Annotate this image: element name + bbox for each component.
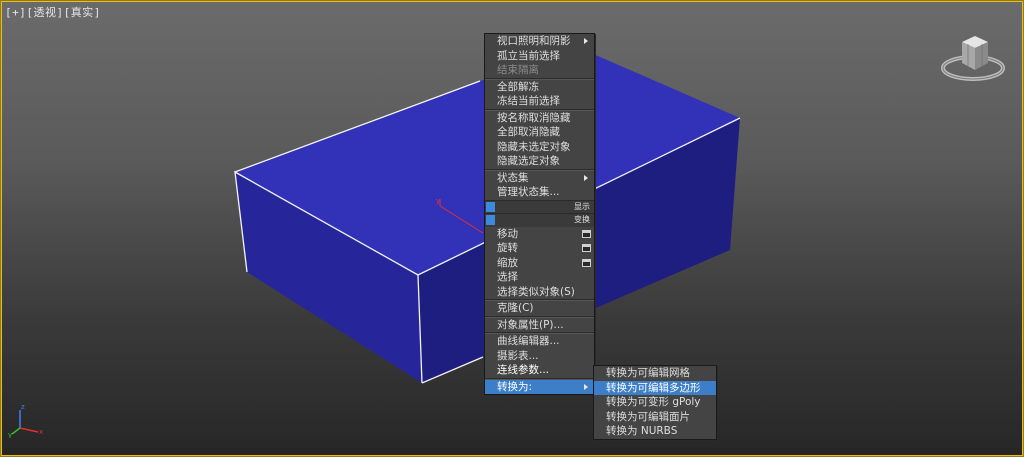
menu-item-20[interactable]: 选择类似对象(S) [485, 285, 594, 300]
menu-item-label: 摄影表... [497, 349, 539, 362]
menu-item-18[interactable]: 缩放 [485, 256, 594, 271]
menu-item-7[interactable]: 按名称取消隐藏 [485, 111, 594, 126]
menu-item-label: 转换为可变形 gPoly [606, 396, 701, 408]
convert-item-0[interactable]: 转换为可编辑网格 [594, 366, 716, 381]
menu-item-label: 状态集 [497, 171, 529, 184]
settings-box-icon[interactable] [582, 258, 591, 267]
convert-item-3[interactable]: 转换为可编辑面片 [594, 410, 716, 425]
menu-item-label: 曲线编辑器... [497, 335, 560, 347]
menu-item-label: 克隆(C) [497, 302, 534, 314]
submenu-arrow-icon [584, 174, 588, 181]
submenu-arrow-icon [584, 38, 588, 44]
menu-item-label: 隐藏选定对象 [497, 155, 560, 167]
settings-box-icon[interactable] [582, 229, 591, 238]
svg-text:y: y [436, 197, 440, 205]
convert-item-4[interactable]: 转换为 NURBS [594, 424, 716, 439]
menu-item-label: 缩放 [497, 256, 518, 269]
convert-to-submenu: 转换为可编辑网格 转换为可编辑多边形 转换为可变形 gPoly 转换为可编辑面片 转换为… [593, 365, 717, 440]
axis-y-label: y [8, 431, 12, 438]
context-menu: 视口照明和阴影 孤立当前选择 结束隔离全部解冻冻结当前选择 按名称取消隐藏 全部取消隐藏… [484, 33, 595, 395]
quad-marker-icon [486, 201, 495, 212]
menu-item-26[interactable]: 曲线编辑器... [485, 334, 594, 349]
perspective-viewport[interactable]: y [+][透视][真实] z x y 视口照明和阴影 孤立当前选择 结束隔离全部解… [0, 0, 1024, 457]
menu-item-5[interactable]: 冻结当前选择 [485, 94, 594, 109]
menu-item-12[interactable]: 状态集 [485, 171, 594, 186]
menu-item-8[interactable]: 全部取消隐藏 [485, 125, 594, 140]
menu-item-2[interactable]: 结束隔离 [485, 63, 594, 78]
menu-item-label: 转换为可编辑网格 [606, 367, 690, 379]
menu-item-16[interactable]: 移动 [485, 227, 594, 242]
viewport-view-label[interactable]: [透视] [26, 6, 63, 19]
menu-item-label: 转换为: [497, 380, 533, 393]
menu-item-27[interactable]: 摄影表... [485, 349, 594, 364]
menu-item-30[interactable]: 转换为: [485, 379, 594, 394]
menu-item-label: 冻结当前选择 [497, 95, 560, 107]
menu-quad-title-14: 显示 [485, 199, 594, 213]
menu-item-label: 隐藏未选定对象 [497, 140, 571, 153]
menu-item-10[interactable]: 隐藏选定对象 [485, 154, 594, 169]
menu-item-17[interactable]: 旋转 [485, 241, 594, 256]
viewcube-icon[interactable] [940, 30, 1006, 85]
menu-item-label: 移动 [497, 227, 518, 240]
menu-item-label: 视口照明和阴影 [497, 35, 571, 47]
menu-item-1[interactable]: 孤立当前选择 [485, 49, 594, 64]
menu-item-13[interactable]: 管理状态集... [485, 185, 594, 200]
menu-item-24[interactable]: 对象属性(P)... [485, 318, 594, 333]
menu-item-label: 管理状态集... [497, 186, 560, 198]
menu-item-label: 旋转 [497, 242, 518, 254]
menu-item-0[interactable]: 视口照明和阴影 [485, 34, 594, 49]
menu-item-22[interactable]: 克隆(C) [485, 301, 594, 316]
menu-item-label: 转换为 NURBS [606, 425, 678, 437]
convert-item-2[interactable]: 转换为可变形 gPoly [594, 395, 716, 410]
menu-quad-title-15: 变换 [485, 213, 594, 227]
quad-marker-icon [486, 215, 495, 225]
menu-item-label: 连线参数... [497, 364, 550, 376]
menu-item-label: 选择类似对象(S) [497, 285, 575, 298]
axis-x-label: x [39, 428, 43, 436]
viewport-shading-label[interactable]: [真实] [64, 6, 101, 19]
viewport-label: [+][透视][真实] [5, 4, 101, 20]
menu-item-label: 选择 [497, 271, 518, 283]
settings-box-icon[interactable] [582, 244, 591, 252]
axis-z-label: z [21, 403, 25, 411]
menu-item-label: 结束隔离 [497, 64, 539, 76]
menu-item-label: 孤立当前选择 [497, 49, 560, 62]
submenu-arrow-icon [584, 383, 588, 390]
quad-title-label: 变换 [574, 215, 590, 224]
menu-item-label: 对象属性(P)... [497, 318, 564, 331]
menu-item-label: 转换为可编辑面片 [606, 410, 690, 423]
viewport-menu-plus[interactable]: [+] [5, 6, 26, 19]
menu-item-label: 全部解冻 [497, 80, 539, 93]
menu-item-label: 按名称取消隐藏 [497, 111, 571, 124]
quad-title-label: 显示 [574, 201, 590, 211]
menu-item-label: 转换为可编辑多边形 [606, 381, 701, 394]
menu-item-28[interactable]: 连线参数... [485, 363, 594, 378]
menu-item-label: 全部取消隐藏 [497, 126, 560, 138]
menu-item-4[interactable]: 全部解冻 [485, 80, 594, 95]
menu-item-19[interactable]: 选择 [485, 270, 594, 285]
menu-item-9[interactable]: 隐藏未选定对象 [485, 140, 594, 155]
axis-tripod-icon: z x y [8, 403, 43, 438]
convert-item-1[interactable]: 转换为可编辑多边形 [594, 380, 716, 395]
